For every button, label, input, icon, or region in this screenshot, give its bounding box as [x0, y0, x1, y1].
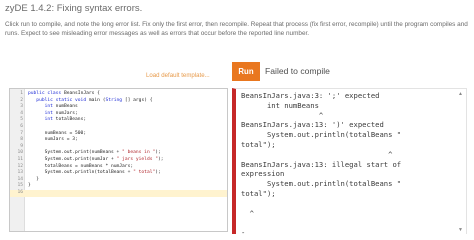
code-token: [] args) {	[122, 97, 153, 103]
code-lines[interactable]: 1 public class BeansInJars {2 public stat…	[10, 91, 227, 197]
code-text: System.out.print(numBeans + " beans in "…	[28, 150, 161, 157]
code-token: System.out.print(numBeans +	[28, 150, 123, 156]
code-text: public class BeansInJars {	[28, 91, 100, 98]
line-number: 6	[20, 123, 23, 129]
code-token: }	[28, 183, 31, 189]
code-token: System.out.println(totalBeans +	[28, 170, 134, 176]
page-title: zyDE 1.4.2: Fixing syntax errors.	[5, 3, 143, 14]
line-number: 5	[20, 117, 23, 123]
string-literal: " total"	[133, 170, 156, 176]
keyword-token: int	[28, 117, 56, 123]
compiler-output-panel: BeansInJars.java:3: ';' expected int num…	[232, 88, 467, 234]
code-line[interactable]: 5 int totalBeans;	[10, 117, 227, 124]
line-number: 11	[17, 156, 23, 162]
line-number: 13	[17, 170, 23, 176]
string-literal: " beans in "	[122, 150, 156, 156]
code-token: System.out.print(numJar +	[28, 156, 117, 162]
line-number: 15	[17, 183, 23, 189]
code-text: }	[28, 183, 31, 190]
load-template-link[interactable]: Load default template...	[146, 72, 210, 79]
code-token: numJars;	[55, 110, 78, 116]
code-token: BeansInJars {	[63, 91, 100, 96]
code-token: main (	[88, 97, 106, 103]
line-number: 10	[17, 150, 23, 156]
code-line[interactable]: 6	[10, 124, 227, 131]
code-token: }	[28, 176, 40, 182]
line-number: 8	[20, 137, 23, 143]
code-token: numJars = 3;	[28, 137, 78, 143]
code-line[interactable]: 16	[10, 189, 227, 197]
code-token: );	[155, 150, 161, 156]
line-number: 16	[17, 189, 23, 195]
code-line[interactable]: 10 System.out.print(numBeans + " beans i…	[10, 150, 227, 157]
code-editor[interactable]: 1 public class BeansInJars {2 public stat…	[9, 88, 228, 232]
code-text: System.out.print(numJar + " jars yields …	[28, 157, 164, 164]
code-text: int numBeans	[28, 104, 78, 111]
code-line[interactable]: 11 System.out.print(numJar + " jars yiel…	[10, 157, 227, 164]
code-line[interactable]: 3 int numBeans	[10, 104, 227, 111]
code-line[interactable]: 14 }	[10, 177, 227, 184]
scroll-up-icon[interactable]: ▲	[458, 91, 463, 97]
code-line[interactable]: 13 System.out.println(totalBeans + " tot…	[10, 170, 227, 177]
string-literal: " jars yields "	[116, 156, 159, 162]
compiler-output-text: BeansInJars.java:3: ';' expected int num…	[241, 91, 402, 234]
keyword-token: String	[105, 97, 123, 103]
code-token: totalBeans = numBeans * numJars;	[28, 163, 134, 169]
code-line[interactable]: 1 public class BeansInJars {	[10, 91, 227, 98]
compile-status: Failed to compile	[265, 66, 330, 76]
code-text: System.out.println(totalBeans + " total"…	[28, 170, 161, 177]
line-number: 3	[20, 104, 23, 110]
code-line[interactable]: 15}	[10, 183, 227, 190]
keyword-token: public class	[28, 91, 64, 96]
code-token: numBeans = 500;	[28, 130, 87, 136]
instructions-text: Click run to compile, and note the long …	[5, 21, 468, 38]
code-text: numJars = 3;	[28, 137, 78, 144]
scroll-down-icon[interactable]: ▼	[458, 227, 463, 233]
code-token: totalBeans;	[55, 117, 87, 123]
keyword-token: public static void	[28, 97, 89, 103]
run-button[interactable]: Run	[232, 62, 260, 81]
code-text: int totalBeans;	[28, 117, 87, 124]
code-line[interactable]: 8 numJars = 3;	[10, 137, 227, 144]
keyword-token: int	[28, 104, 56, 110]
code-token: numBeans	[55, 104, 78, 110]
code-token: );	[155, 170, 161, 176]
line-number: 1	[20, 91, 23, 96]
code-token: );	[158, 156, 164, 162]
keyword-token: int	[28, 110, 56, 116]
